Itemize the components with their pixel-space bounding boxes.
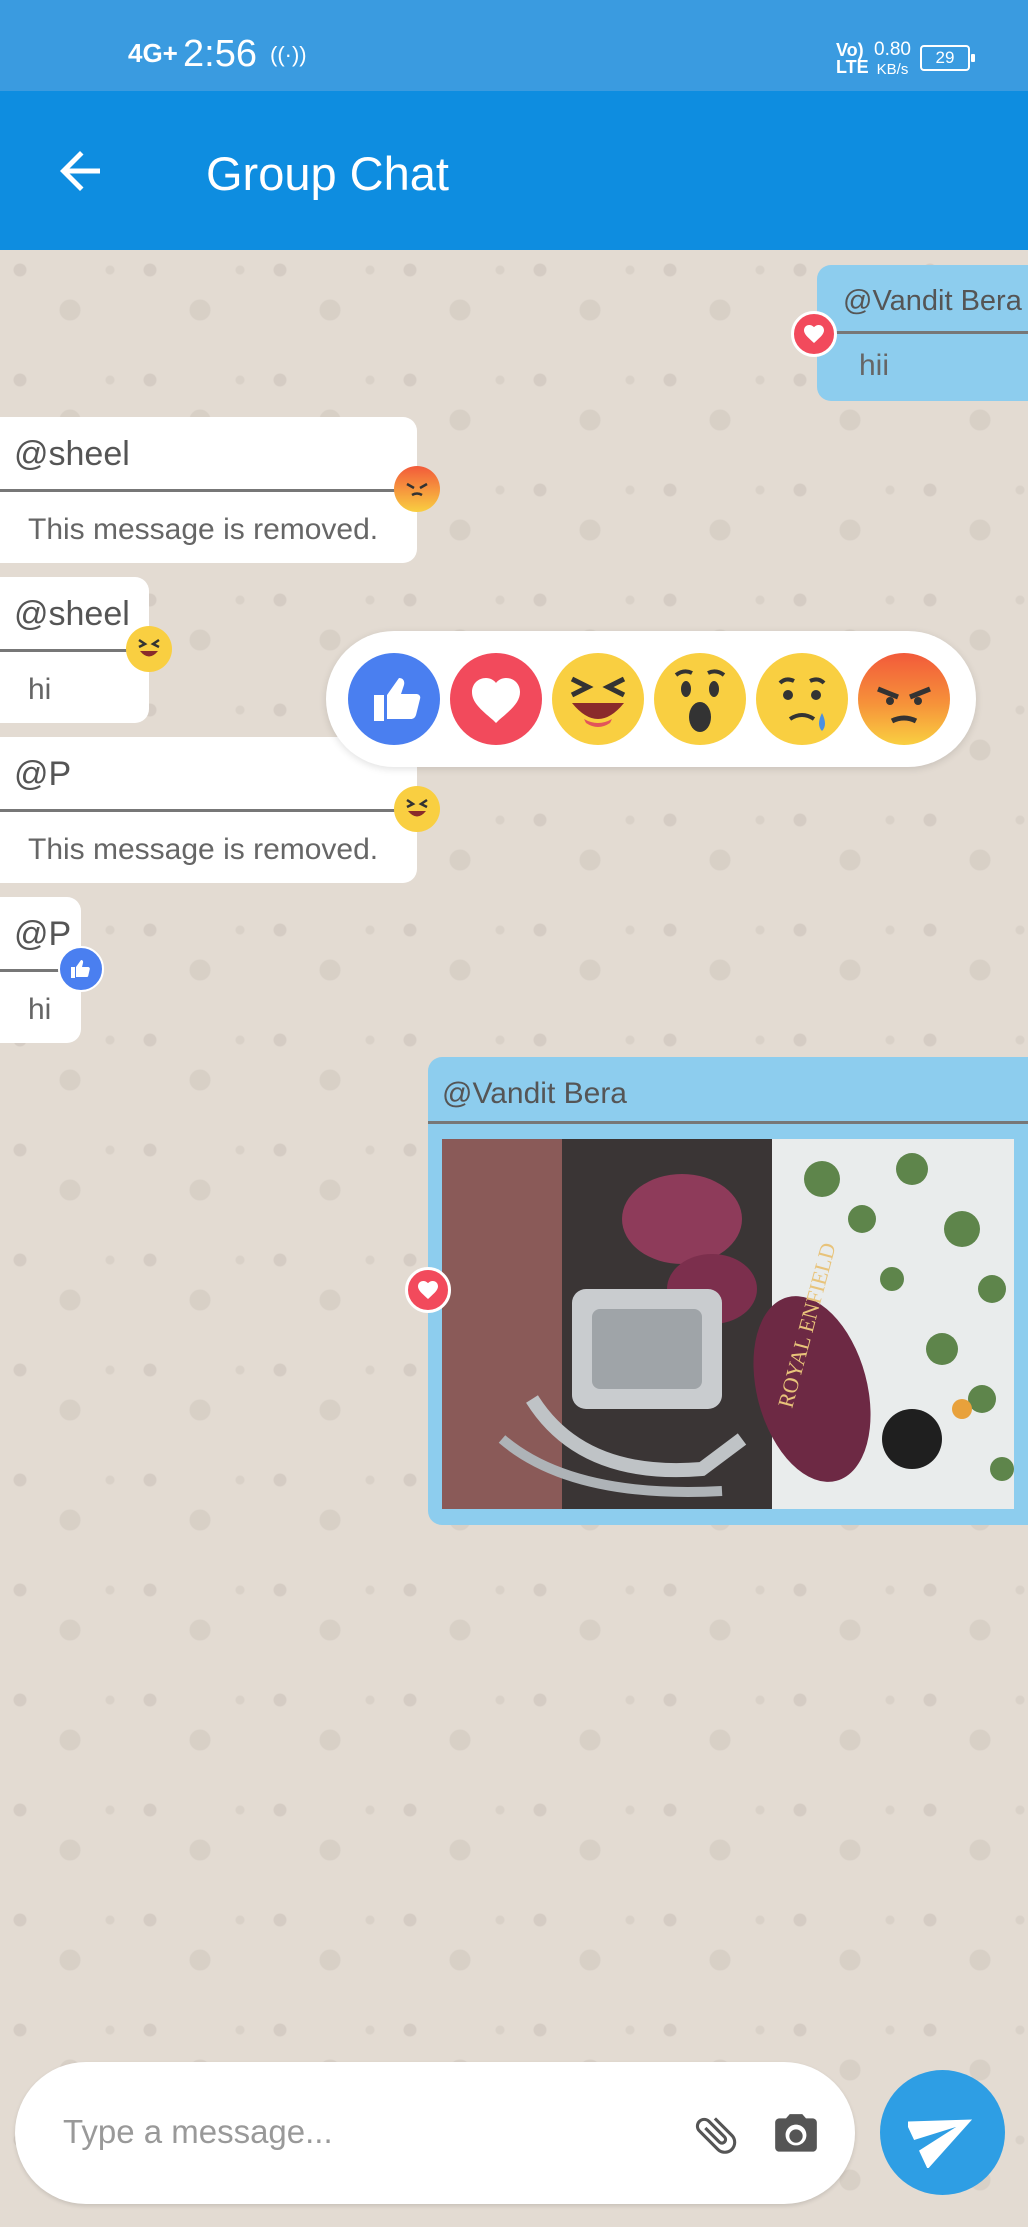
wow-icon[interactable]	[654, 653, 746, 745]
heart-icon[interactable]	[450, 653, 542, 745]
reaction-picker	[326, 631, 976, 767]
bubble-divider	[0, 489, 417, 492]
message-sender: @P	[14, 915, 72, 953]
arrow-left-icon[interactable]	[50, 141, 110, 201]
bubble-divider	[0, 809, 417, 812]
angry-reaction-icon	[394, 466, 440, 512]
message-sender: @sheel	[14, 595, 130, 633]
message-text: This message is removed.	[28, 833, 379, 866]
like-reaction-icon	[58, 946, 104, 992]
message-bubble-outgoing[interactable]: @Vandit Bera hii	[817, 265, 1028, 401]
send-button[interactable]	[880, 2070, 1005, 2195]
message-sender: @sheel	[14, 435, 130, 473]
camera-icon[interactable]	[771, 2110, 821, 2160]
send-icon	[907, 2118, 972, 2168]
image-message-bubble[interactable]: @Vandit Bera ROYAL ENFIELD	[428, 1057, 1028, 1525]
laugh-icon[interactable]	[552, 653, 644, 745]
paperclip-icon[interactable]	[691, 2110, 741, 2160]
heart-reaction-icon	[791, 311, 837, 357]
laugh-reaction-icon	[126, 626, 172, 672]
message-sender: @P	[14, 755, 72, 793]
status-bar: 4G+ 2:56 ((·)) Vo) LTE 0.80 KB/s 29	[0, 0, 1028, 91]
network-speed: 0.80 KB/s	[874, 39, 911, 78]
volte-indicator: Vo) LTE	[836, 40, 869, 77]
sad-icon[interactable]	[756, 653, 848, 745]
message-bubble-incoming[interactable]: @P This message is removed.	[0, 737, 417, 883]
message-sender: @Vandit Bera	[843, 285, 1022, 317]
message-text: hi	[28, 673, 52, 706]
laugh-reaction-icon	[394, 786, 440, 832]
motorcycle-photo[interactable]: ROYAL ENFIELD	[442, 1139, 1014, 1509]
message-input[interactable]	[63, 2102, 683, 2162]
bubble-divider	[817, 331, 1028, 334]
status-time: 2:56	[183, 33, 257, 75]
battery-icon: 29	[920, 45, 975, 71]
message-text: This message is removed.	[28, 513, 379, 546]
network-indicator: 4G+	[128, 38, 178, 68]
message-bubble-incoming[interactable]: @sheel This message is removed.	[0, 417, 417, 563]
page-title: Group Chat	[206, 147, 449, 200]
like-icon[interactable]	[348, 653, 440, 745]
bubble-divider	[428, 1121, 1028, 1124]
message-text: hi	[28, 993, 52, 1026]
angry-icon[interactable]	[858, 653, 950, 745]
heart-reaction-icon	[405, 1267, 451, 1313]
app-bar: Group Chat	[0, 91, 1028, 250]
message-text: hii	[859, 349, 890, 382]
message-sender: @Vandit Bera	[442, 1077, 627, 1110]
hotspot-icon: ((·))	[270, 42, 307, 67]
message-composer	[15, 2062, 855, 2204]
